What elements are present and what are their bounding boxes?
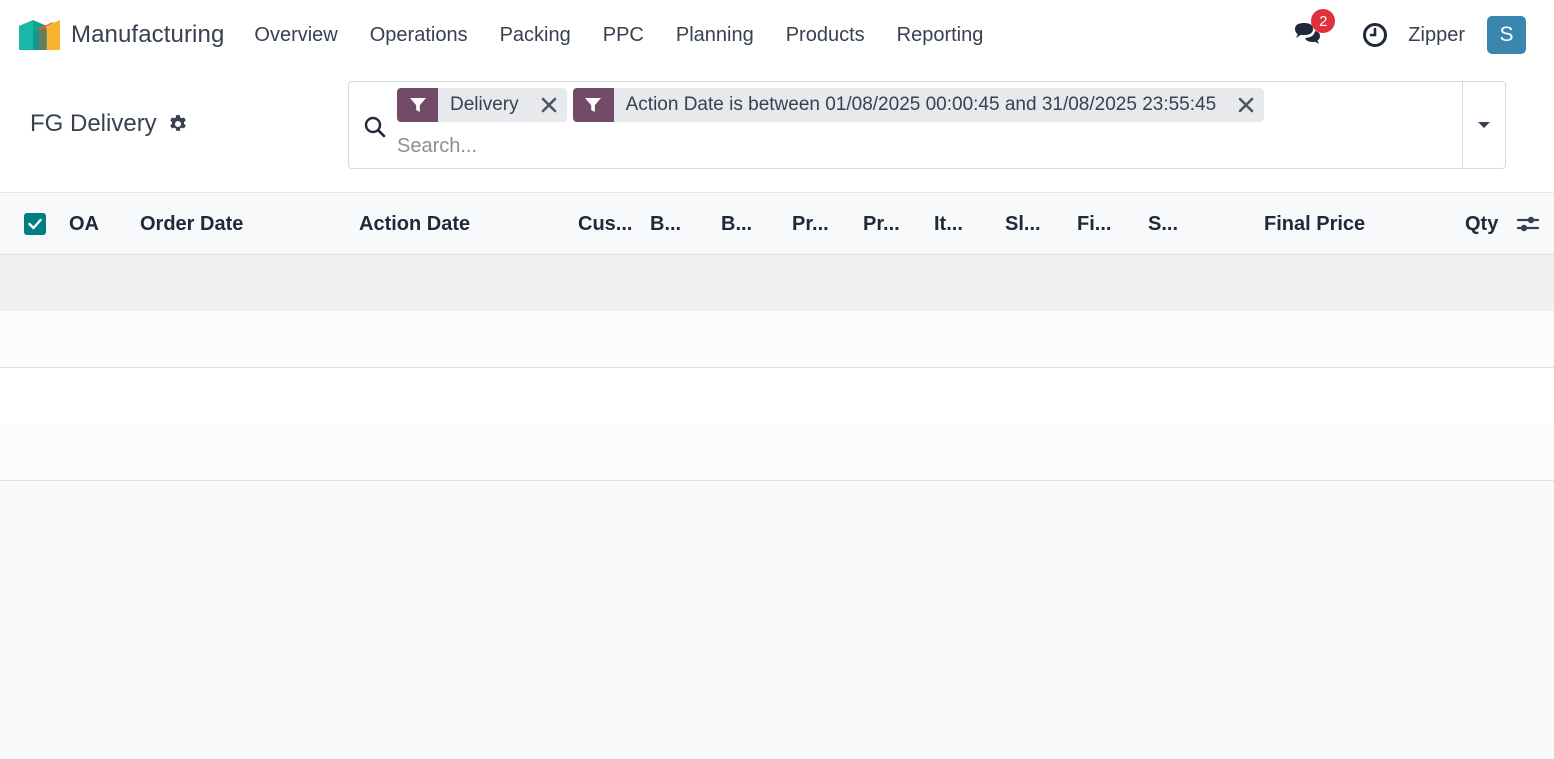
column-header-item[interactable]: It... <box>934 194 963 254</box>
manufacturing-app-icon <box>19 20 60 50</box>
menu-planning[interactable]: Planning <box>660 0 770 70</box>
search-facet[interactable]: Delivery <box>397 88 567 122</box>
app-name: Manufacturing <box>71 21 225 48</box>
menu-operations[interactable]: Operations <box>354 0 484 70</box>
check-icon <box>28 218 42 230</box>
menu-reporting[interactable]: Reporting <box>881 0 1000 70</box>
optional-columns-icon[interactable] <box>1516 212 1540 236</box>
search-input[interactable] <box>397 131 1457 161</box>
close-icon[interactable] <box>1228 88 1264 122</box>
messages-count-badge: 2 <box>1311 9 1336 33</box>
app-brand[interactable]: Manufacturing <box>19 0 224 70</box>
company-switcher[interactable]: Zipper <box>1408 24 1465 47</box>
column-header-pr1[interactable]: Pr... <box>792 194 829 254</box>
gear-icon[interactable] <box>168 114 188 134</box>
activities-button[interactable] <box>1362 22 1388 48</box>
column-header-b2[interactable]: B... <box>721 194 752 254</box>
search-icon <box>364 116 386 138</box>
table-row <box>0 424 1554 481</box>
control-panel: FG Delivery Delivery Action Date is betw… <box>0 70 1554 193</box>
table-row <box>0 368 1554 425</box>
table-row <box>0 255 1554 312</box>
table-row <box>0 311 1554 368</box>
select-all-checkbox[interactable] <box>24 213 46 235</box>
user-avatar[interactable]: S <box>1487 16 1526 54</box>
systray: 2 Zipper S <box>1292 0 1554 70</box>
column-header-b1[interactable]: B... <box>650 194 681 254</box>
menu-packing[interactable]: Packing <box>484 0 587 70</box>
filter-icon <box>397 88 438 122</box>
column-header-action-date[interactable]: Action Date <box>359 194 470 254</box>
messages-button[interactable]: 2 <box>1292 9 1336 50</box>
close-icon[interactable] <box>531 88 567 122</box>
column-header-sl[interactable]: Sl... <box>1005 194 1041 254</box>
column-header-order-date[interactable]: Order Date <box>140 194 243 254</box>
facet-label: Delivery <box>450 94 519 115</box>
main-menu: Overview Operations Packing PPC Planning… <box>239 0 999 70</box>
search-options-toggle[interactable] <box>1462 82 1505 168</box>
page-title: FG Delivery <box>30 110 157 137</box>
clock-icon <box>1363 23 1388 47</box>
column-header-customer[interactable]: Cus... <box>578 194 632 254</box>
column-header-qty[interactable]: Qty <box>1465 194 1498 254</box>
column-header-oa[interactable]: OA <box>69 194 99 254</box>
search-facets: Delivery Action Date is between 01/08/20… <box>397 88 1270 122</box>
filter-icon <box>572 88 614 122</box>
facet-label: Action Date is between 01/08/2025 00:00:… <box>625 94 1217 115</box>
column-header-pr2[interactable]: Pr... <box>863 194 900 254</box>
search-bar: Delivery Action Date is between 01/08/20… <box>348 81 1506 169</box>
menu-overview[interactable]: Overview <box>239 0 353 70</box>
caret-down-icon <box>1478 122 1490 128</box>
breadcrumb: FG Delivery <box>30 110 188 138</box>
column-header-final-price[interactable]: Final Price <box>1264 194 1365 254</box>
column-header-s[interactable]: S... <box>1148 194 1178 254</box>
menu-ppc[interactable]: PPC <box>587 0 660 70</box>
column-header-fi[interactable]: Fi... <box>1077 194 1111 254</box>
search-facet[interactable]: Action Date is between 01/08/2025 00:00:… <box>572 88 1265 122</box>
top-navbar: Manufacturing Overview Operations Packin… <box>0 0 1554 70</box>
menu-products[interactable]: Products <box>770 0 881 70</box>
list-header: OA Order Date Action Date Cus... B... B.… <box>0 194 1554 255</box>
